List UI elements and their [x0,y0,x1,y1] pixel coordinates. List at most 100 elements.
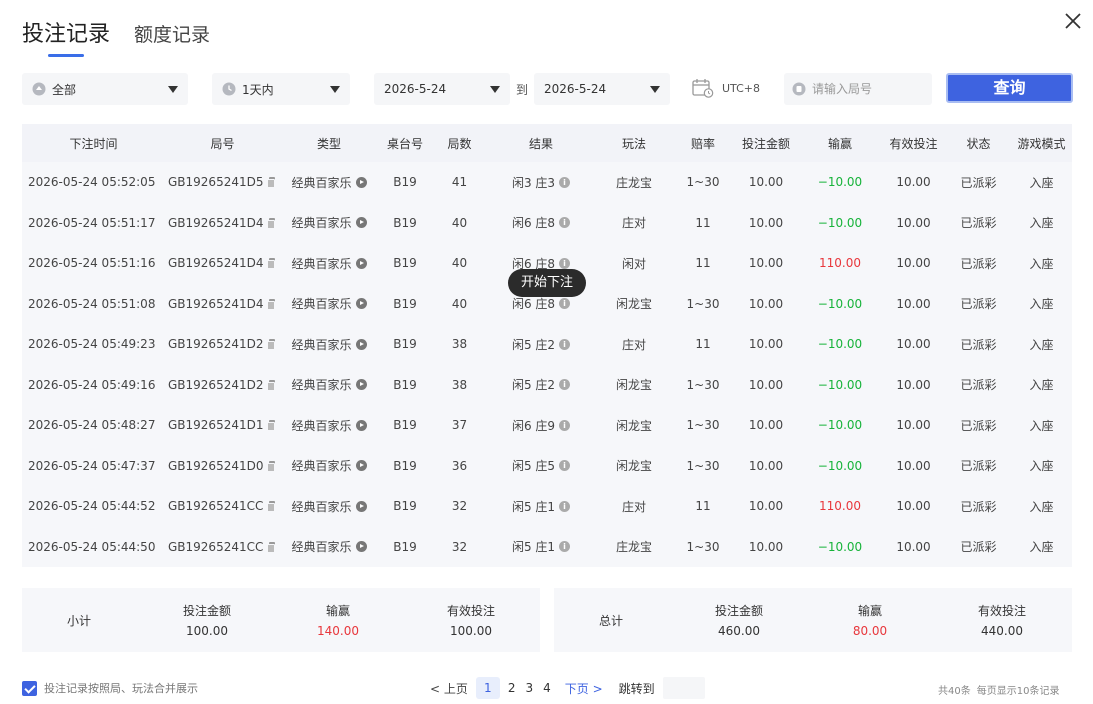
cell-round-id: GB19265241CC [165,540,280,554]
cell-table-number: B19 [378,297,432,311]
info-icon[interactable]: i [559,338,571,350]
copy-icon[interactable] [267,460,276,472]
page-button-1[interactable]: 1 [475,677,500,699]
play-video-icon[interactable] [355,176,367,188]
date-from-select[interactable]: 2026-5-24 [374,73,510,105]
play-video-icon[interactable] [355,257,367,269]
total-amount-value: 460.00 [718,624,760,638]
bet-play-text: 庄龙宝 [615,175,652,190]
info-icon[interactable]: i [559,217,571,229]
valid-bet-text: 10.00 [896,175,931,190]
close-icon[interactable] [1062,10,1084,32]
calendar-clock-icon [692,79,714,98]
page-button-4[interactable]: 4 [543,681,551,695]
info-icon[interactable]: i [559,298,571,310]
round-search-input[interactable] [812,82,930,96]
cell-round-count: 36 [432,459,487,473]
info-icon[interactable]: i [559,176,571,188]
tab-bet-records[interactable]: 投注记录 [22,16,110,57]
per-page-info: 每页显示10条记录 [976,686,1060,697]
header-tabs: 投注记录 额度记录 [22,16,210,57]
game-type-value: 全部 [52,82,77,97]
date-to-value: 2026-5-24 [544,82,607,96]
copy-icon[interactable] [267,379,276,391]
play-video-icon[interactable] [355,379,367,391]
subtotal-title: 小计 [67,614,92,628]
info-icon[interactable]: i [559,257,571,269]
play-video-icon[interactable] [355,460,367,472]
round-search-box[interactable] [784,73,932,105]
table-number-text: B19 [393,337,417,352]
info-icon[interactable]: i [559,500,571,512]
cell-game-type: 经典百家乐 [280,174,378,191]
table-row: 2026-05-24 05:49:23 GB19265241D2 经典百家乐 B19 3… [22,324,1072,365]
game-type-select[interactable]: 全部 [22,73,188,105]
odds-text: 1~30 [686,175,720,190]
info-icon[interactable]: i [559,460,571,472]
bet-amount-text: 10.00 [748,175,784,190]
play-video-icon[interactable] [355,298,367,310]
info-icon[interactable]: i [559,541,571,553]
cell-bet-play: 庄对 [595,336,673,353]
cell-bet-amount: 10.00 [733,499,799,513]
page-button-3[interactable]: 3 [526,681,534,695]
info-icon[interactable]: i [559,419,571,431]
cell-win-loss: 110.00 [799,499,881,513]
info-icon[interactable]: i [559,379,571,391]
game-type-text: 经典百家乐 [291,297,352,312]
bet-play-text: 庄对 [621,499,646,514]
win-loss-text: 110.00 [819,256,861,271]
odds-text: 1~30 [686,458,720,473]
bet-amount-text: 10.00 [748,377,784,392]
play-video-icon[interactable] [355,419,367,431]
merge-display-checkbox[interactable]: 投注记录按照局、玩法合并展示 [22,680,198,696]
copy-icon[interactable] [267,258,276,270]
cell-game-mode: 入座 [1011,538,1072,555]
cell-table-number: B19 [378,540,432,554]
total-valid-label: 有效投注 [977,604,1026,618]
copy-icon[interactable] [267,177,276,189]
copy-icon[interactable] [267,298,276,310]
copy-icon[interactable] [267,541,276,553]
cell-round-count: 38 [432,378,487,392]
play-video-icon[interactable] [355,500,367,512]
period-value: 1天内 [242,82,274,97]
subtotal-amount-value: 100.00 [186,624,228,638]
valid-bet-text: 10.00 [896,215,931,230]
cell-result: 闲5 庄5 i [487,457,595,474]
next-page-button[interactable]: 下页 > [565,680,603,697]
cell-game-type: 经典百家乐 [280,214,378,231]
tab-credit-records[interactable]: 额度记录 [134,20,210,48]
valid-bet-text: 10.00 [896,418,931,433]
timezone-indicator[interactable]: UTC+8 [692,78,760,98]
cell-bet-amount: 10.00 [733,378,799,392]
bet-play-text: 庄对 [621,216,646,231]
jump-to-page-input[interactable] [662,677,705,699]
play-video-icon[interactable] [355,217,367,229]
cell-win-loss: −10.00 [799,297,881,311]
date-to-select[interactable]: 2026-5-24 [534,73,670,105]
cell-game-type: 经典百家乐 [280,295,378,312]
play-video-icon[interactable] [355,541,367,553]
copy-icon[interactable] [267,217,276,229]
period-select[interactable]: 1天内 [212,73,350,105]
odds-text: 11 [695,337,711,352]
query-button[interactable]: 查询 [946,73,1073,103]
cell-status: 已派彩 [946,174,1011,191]
valid-bet-text: 10.00 [896,337,931,352]
bet-time-text: 2026-05-24 05:49:16 [28,377,156,392]
copy-icon[interactable] [267,501,276,513]
table-row: 2026-05-24 05:49:16 GB19265241D2 经典百家乐 B19 3… [22,365,1072,406]
cell-round-id: GB19265241D4 [165,297,280,311]
page-button-2[interactable]: 2 [508,681,516,695]
valid-bet-text: 10.00 [896,458,931,473]
game-type-text: 经典百家乐 [291,540,352,555]
cell-game-type: 经典百家乐 [280,538,378,555]
prev-page-button[interactable]: < 上页 [430,680,468,697]
column-header-time: 下注时间 [69,136,118,151]
status-text: 已派彩 [960,378,997,393]
status-text: 已派彩 [960,175,997,190]
copy-icon[interactable] [267,339,276,351]
copy-icon[interactable] [267,420,276,432]
play-video-icon[interactable] [355,338,367,350]
